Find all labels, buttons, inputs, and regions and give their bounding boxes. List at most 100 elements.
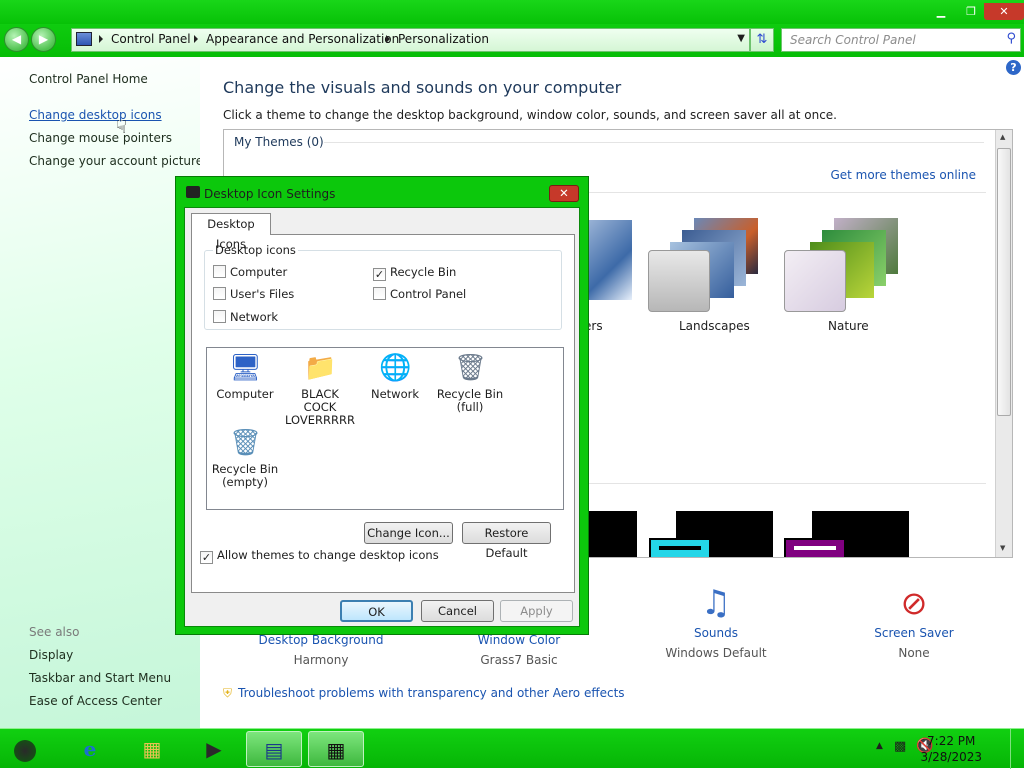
close-button[interactable]: ✕ [984, 3, 1024, 20]
icon-item-network[interactable]: 🌐 Network [358, 352, 432, 401]
icon-item-user-files[interactable]: 📁 BLACK COCK LOVERRRRR [283, 352, 357, 427]
help-icon[interactable]: ? [1006, 60, 1021, 75]
my-themes-heading: My Themes (0) [234, 135, 324, 149]
landscapes-thumbnail [648, 250, 710, 312]
icon-label: Recycle Bin (empty) [211, 462, 279, 489]
troubleshoot-label: Troubleshoot problems with transparency … [238, 686, 625, 700]
desktop-background-item[interactable]: Desktop Background Harmony [241, 633, 401, 667]
personalization-taskbar-icon[interactable]: ▦ [308, 731, 364, 767]
control-panel-taskbar-icon[interactable]: ▤ [246, 731, 302, 767]
see-also-ease-of-access[interactable]: Ease of Access Center [29, 694, 162, 708]
back-button[interactable]: ◀ [4, 27, 29, 52]
sidebar-link-desktop-icons[interactable]: Change desktop icons [29, 108, 162, 122]
address-bar[interactable]: Control Panel Appearance and Personaliza… [71, 28, 750, 52]
cancel-button[interactable]: Cancel [421, 600, 494, 622]
troubleshoot-link[interactable]: ⛨ Troubleshoot problems with transparency… [223, 686, 625, 701]
refresh-icon[interactable]: ⇅ [750, 28, 774, 52]
breadcrumb-arrow-icon[interactable] [386, 35, 390, 43]
file-explorer-icon[interactable]: ▦ [124, 731, 180, 767]
icon-label: Recycle Bin (full) [436, 387, 504, 414]
media-player-icon[interactable]: ▶ [186, 731, 242, 767]
breadcrumb-arrow-icon[interactable] [99, 35, 103, 43]
nature-thumbnail [784, 250, 846, 312]
get-more-themes-link[interactable]: Get more themes online [830, 168, 976, 182]
window-color-item[interactable]: Window Color Grass7 Basic [439, 633, 599, 667]
screen-saver-item[interactable]: ⊘ Screen Saver None [834, 580, 994, 660]
taskbar: e ▦ ▶ ▤ ▦ ▲ ▩ 🔇 7:22 PM 3/28/2023 [0, 728, 1024, 769]
checkbox-label: Control Panel [390, 287, 467, 301]
minimize-button[interactable]: ▁ [928, 3, 954, 20]
checkbox-label: Allow themes to change desktop icons [217, 548, 439, 562]
network-tray-icon[interactable]: ▩ [894, 739, 906, 754]
show-desktop-button[interactable] [1010, 729, 1024, 769]
sidebar-link-mouse-pointers[interactable]: Change mouse pointers [29, 131, 172, 145]
dialog-close-button[interactable]: ✕ [549, 185, 579, 202]
system-tray: ▲ ▩ 🔇 7:22 PM 3/28/2023 [864, 729, 1024, 769]
checkbox-users-files[interactable]: User's Files [213, 287, 294, 301]
desktop-icon-settings-dialog: Desktop Icon Settings ✕ Desktop Icons De… [175, 176, 589, 635]
screen-saver-value: None [898, 646, 930, 660]
checkbox-control-panel[interactable]: Control Panel [373, 287, 466, 301]
see-also-display[interactable]: Display [29, 648, 73, 662]
tab-panel: Desktop icons Computer ✓ Recycle Bin User… [191, 234, 575, 593]
breadcrumb-personalization[interactable]: Personalization [398, 32, 489, 46]
chevron-down-icon[interactable]: ▼ [737, 33, 745, 44]
sidebar: Control Panel Home Change desktop icons … [0, 57, 203, 728]
start-button[interactable] [2, 731, 48, 767]
clock-time: 7:22 PM [927, 734, 976, 748]
tab-desktop-icons[interactable]: Desktop Icons [191, 213, 271, 251]
dialog-title: Desktop Icon Settings [204, 187, 336, 201]
screen-saver-icon: ⊘ [900, 584, 928, 622]
checkbox-network[interactable]: Network [213, 310, 278, 324]
basic-theme-thumbnail[interactable] [588, 511, 637, 557]
chevron-up-icon[interactable]: ▲ [876, 741, 883, 751]
clock-date: 3/28/2023 [920, 750, 982, 764]
breadcrumb-appearance[interactable]: Appearance and Personalization [206, 32, 399, 46]
theme-label-landscapes: Landscapes [679, 319, 750, 333]
theme-list-scrollbar[interactable]: ▲ ▼ [995, 130, 1012, 557]
see-also-taskbar[interactable]: Taskbar and Start Menu [29, 671, 171, 685]
checkbox-label: Recycle Bin [390, 265, 457, 279]
icon-label: BLACK COCK LOVERRRRR [285, 387, 355, 427]
checkbox-allow-themes[interactable]: ✓ Allow themes to change desktop icons [200, 548, 439, 564]
sounds-value: Windows Default [665, 646, 767, 660]
forward-button[interactable]: ▶ [31, 27, 56, 52]
sidebar-item-home[interactable]: Control Panel Home [29, 72, 148, 86]
hand-cursor-icon: ☟ [116, 117, 127, 138]
breadcrumb-control-panel[interactable]: Control Panel [111, 32, 191, 46]
sidebar-link-account-picture[interactable]: Change your account picture [29, 154, 203, 168]
restore-default-button[interactable]: Restore Default [462, 522, 551, 560]
window-color-value: Grass7 Basic [480, 653, 558, 667]
checkbox-recycle-bin[interactable]: ✓ Recycle Bin [373, 265, 456, 281]
checkbox-label: User's Files [230, 287, 295, 301]
divider [584, 483, 986, 484]
screen-saver-label: Screen Saver [874, 626, 954, 640]
theme-thumbnail-partial[interactable] [584, 220, 632, 300]
maximize-button[interactable]: ❐ [958, 3, 984, 20]
clock[interactable]: 7:22 PM 3/28/2023 [920, 733, 982, 765]
ok-button[interactable]: OK [340, 600, 413, 622]
search-icon[interactable]: ⚲ [1006, 31, 1016, 46]
desktop-icons-group: Desktop icons Computer ✓ Recycle Bin User… [204, 243, 562, 330]
icon-item-computer[interactable]: 🖥 Computer [208, 352, 282, 401]
internet-explorer-icon[interactable]: e [62, 731, 118, 767]
divider [324, 142, 984, 143]
icon-item-recycle-empty[interactable]: 🗑 Recycle Bin (empty) [208, 427, 282, 489]
network-icon: 🌐 [379, 353, 412, 383]
icon-list[interactable]: 🖥 Computer 📁 BLACK COCK LOVERRRRR 🌐 Netw… [206, 347, 564, 510]
high-contrast-thumbnail[interactable] [784, 538, 846, 557]
high-contrast-thumbnail[interactable] [649, 538, 711, 557]
breadcrumb-arrow-icon[interactable] [194, 35, 198, 43]
user-folder-icon: 📁 [304, 353, 337, 383]
page-subtitle: Click a theme to change the desktop back… [223, 108, 837, 122]
checkbox-label: Computer [230, 265, 288, 279]
sounds-item[interactable]: ♫ Sounds Windows Default [636, 580, 796, 660]
search-input[interactable]: Search Control Panel ⚲ [781, 28, 1021, 52]
shield-icon: ⛨ [223, 686, 233, 700]
window-color-label: Window Color [477, 633, 561, 647]
icon-item-recycle-full[interactable]: 🗑 Recycle Bin (full) [433, 352, 507, 414]
apply-button[interactable]: Apply [500, 600, 573, 622]
page-title: Change the visuals and sounds on your co… [223, 78, 622, 97]
change-icon-button[interactable]: Change Icon... [364, 522, 453, 544]
checkbox-computer[interactable]: Computer [213, 265, 287, 279]
